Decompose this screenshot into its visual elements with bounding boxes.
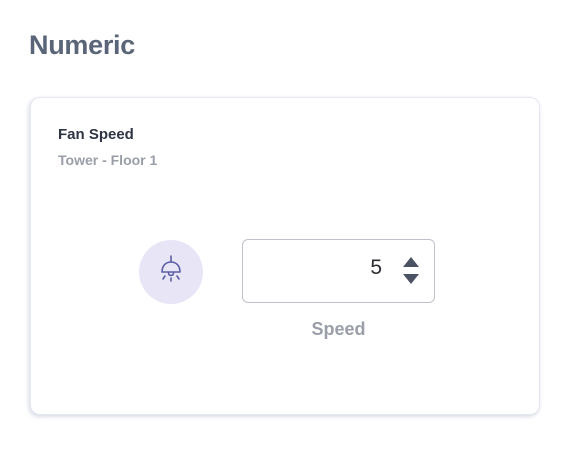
section-title: Numeric bbox=[29, 30, 135, 60]
fan-speed-card: Fan Speed Tower - Floor 1 5 Speed bbox=[30, 97, 540, 415]
decrement-arrow-icon[interactable] bbox=[403, 274, 419, 284]
stepper-arrows bbox=[403, 257, 421, 287]
increment-arrow-icon[interactable] bbox=[403, 257, 419, 267]
card-subtitle: Tower - Floor 1 bbox=[58, 152, 158, 168]
speed-stepper[interactable]: 5 bbox=[242, 239, 435, 303]
device-icon-button[interactable] bbox=[139, 240, 203, 304]
ceiling-lamp-icon bbox=[154, 253, 188, 292]
card-title: Fan Speed bbox=[58, 126, 134, 143]
stepper-value[interactable]: 5 bbox=[370, 257, 382, 278]
stepper-label: Speed bbox=[311, 319, 366, 339]
